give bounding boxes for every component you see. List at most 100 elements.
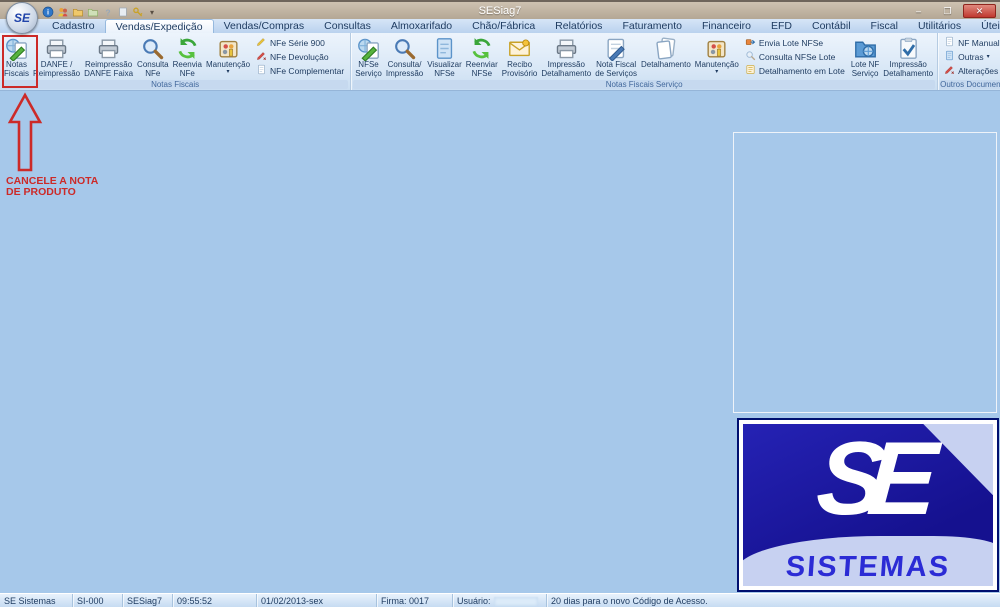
nfse-servico-button[interactable]: NFSeServiço [353,34,384,80]
info-icon[interactable]: i [42,6,54,18]
visualizar-nfse-icon [432,35,457,61]
window-controls: – ❐ ✕ [905,4,996,18]
ribbon-group-label: Outros Documentos [940,80,1000,89]
manutencao-nfse-button[interactable]: Manutenção▾ [693,34,741,80]
tab-cadastro[interactable]: Cadastro [42,19,105,33]
minimize-button[interactable]: – [905,4,932,18]
reimpressao-danfe-faixa-icon [96,35,121,61]
manutencao-nf-button[interactable]: Manutenção▾ [204,34,252,80]
reenvia-nfe-button[interactable]: ReenviaNFe [171,34,204,80]
impressao-detalhamento-lote-button[interactable]: ImpressãoDetalhamento [881,34,935,80]
status-segment: Firma: 0017 [377,594,453,607]
detalhamento-icon [653,35,678,61]
ribbon-group-label: Notas Fiscais Serviço [353,80,935,89]
logo-se-text: SE [743,424,993,538]
ribbon-group-notas-fiscais-servi-o: NFSeServiçoConsulta/ImpressãoVisualizarN… [351,33,938,90]
annotation-highlight-box [2,35,38,88]
ribbon: NotasFiscaisDANFE /ReimpressãoReimpressã… [0,33,1000,91]
tab-financeiro[interactable]: Financeiro [692,19,761,33]
ribbon-group-outros-documentos: NF ManualOutras▾AlteraçõesOutros Documen… [938,33,1000,90]
annotation-text: CANCELE A NOTA DE PRODUTO [6,176,114,198]
svg-text:?: ? [105,7,110,17]
tab--teis[interactable]: Úteis [971,19,1000,33]
title-bar: SESiag7 i?▾ – ❐ ✕ [0,0,1000,19]
nfe-devolucao-button[interactable]: NFe Devolução [254,50,346,63]
impressao-detalhamento-lote-icon [896,35,921,61]
key-icon[interactable] [132,6,144,18]
status-segment: SE Sistemas [0,594,73,607]
recibo-provisorio-button[interactable]: ReciboProvisório [500,34,540,80]
consulta-impressao-button[interactable]: Consulta/Impressão [384,34,425,80]
tab-efd[interactable]: EFD [761,19,802,33]
danfe-reimpressao-button[interactable]: DANFE /Reimpressão [31,34,82,80]
nfe-serie-900-button[interactable]: NFe Série 900 [254,36,346,49]
status-segment: Usuário: [453,594,547,607]
tab-fiscal[interactable]: Fiscal [861,19,908,33]
ribbon-group-notas-fiscais: NotasFiscaisDANFE /ReimpressãoReimpressã… [0,33,351,90]
consulta-impressao-icon [392,35,417,61]
lote-nf-servico-button[interactable]: Lote NFServiço [849,34,881,80]
tab-vendas-compras[interactable]: Vendas/Compras [214,19,315,33]
lote-nf-servico-icon [853,35,878,61]
envia-lote-nfse-button[interactable]: Envia Lote NFSe [743,36,847,49]
danfe-reimpressao-icon [44,35,69,61]
status-segment: SI-000 [73,594,123,607]
alteracoes-icon [944,62,955,80]
tab-consultas[interactable]: Consultas [314,19,381,33]
qat-customize-dropdown-icon[interactable]: ▾ [150,8,154,17]
quick-access-toolbar: i? ▾ [42,5,154,19]
tab-almoxarifado[interactable]: Almoxarifado [381,19,462,33]
chevron-down-icon: ▾ [715,70,718,75]
reenviar-nfse-button[interactable]: ReenviarNFSe [464,34,500,80]
application-window: SESiag7 i? ▾ – ❐ ✕ SE CadastroVendas/Expe… [0,0,1000,607]
consulta-nfse-lote-button[interactable]: Consulta NFSe Lote [743,50,847,63]
reimpressao-danfe-faixa-button[interactable]: ReimpressãoDANFE Faixa [82,34,135,80]
application-menu-button[interactable]: SE [6,2,38,34]
app-logo-icon: SE [14,11,30,25]
tab-relat-rios[interactable]: Relatórios [545,19,612,33]
consulta-nfe-icon [140,35,165,61]
folder-green-icon[interactable] [87,6,99,18]
reenviar-nfse-icon [469,35,494,61]
page-icon[interactable] [117,6,129,18]
tab-vendas-expedi-o[interactable]: Vendas/Expedição [105,19,214,33]
maximize-button[interactable]: ❐ [934,4,961,18]
annotation-arrow-up-icon [7,92,43,174]
impressao-detalhamento-button[interactable]: ImpressãoDetalhamento [539,34,593,80]
detalhamento-button[interactable]: Detalhamento [639,34,693,80]
chevron-down-icon: ▾ [987,53,990,60]
logo-sistemas-text: SISTEMAS [743,551,993,584]
tab-faturamento[interactable]: Faturamento [612,19,692,33]
status-segment: SESiag7 [123,594,173,607]
visualizar-nfse-button[interactable]: VisualizarNFSe [425,34,464,80]
help-icon[interactable]: ? [102,6,114,18]
status-bar: SE SistemasSI-000SESiag709:55:5201/02/20… [0,593,1000,607]
svg-text:i: i [47,8,49,17]
users-icon[interactable] [57,6,69,18]
manutencao-nf-icon [216,35,241,61]
nota-fiscal-de-servicos-icon [604,35,629,61]
redacted-user-value [494,597,538,606]
status-segment: 09:55:52 [173,594,257,607]
ribbon-tab-bar: CadastroVendas/ExpediçãoVendas/ComprasCo… [0,19,1000,33]
impressao-detalhamento-icon [554,35,579,61]
detalhamento-em-lote-button[interactable]: Detalhamento em Lote [743,64,847,77]
manutencao-nfse-icon [704,35,729,61]
alteracoes-button[interactable]: Alterações [942,64,1000,77]
status-segment: 20 dias para o novo Código de Acesso. [547,594,1000,607]
recibo-provisorio-icon [507,35,532,61]
tab-cont-bil[interactable]: Contábil [802,19,861,33]
reenvia-nfe-icon [175,35,200,61]
se-sistemas-logo: SE SISTEMAS [737,418,999,592]
chevron-down-icon: ▾ [226,70,229,75]
tab-ch-o-f-brica[interactable]: Chão/Fábrica [462,19,545,33]
nfe-complementar-button[interactable]: NFe Complementar [254,64,346,77]
status-segment: 01/02/2013-sex [257,594,377,607]
consulta-nfe-button[interactable]: ConsultaNFe [135,34,171,80]
nota-fiscal-de-servicos-button[interactable]: Nota Fiscalde Serviços [593,34,639,80]
tab-utilit-rios[interactable]: Utilitários [908,19,971,33]
empty-content-panel [733,132,997,413]
close-button[interactable]: ✕ [963,4,996,18]
folder-open-icon[interactable] [72,6,84,18]
ribbon-group-label: Notas Fiscais [2,80,348,89]
